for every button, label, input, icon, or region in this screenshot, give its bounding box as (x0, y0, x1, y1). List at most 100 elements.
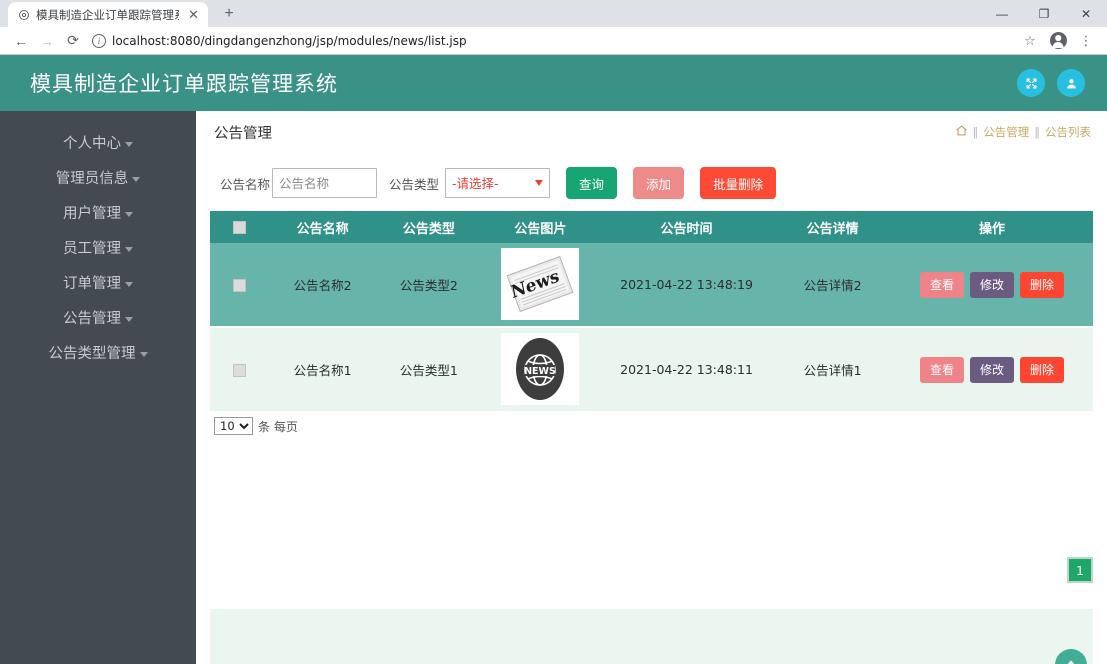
notice-type-label: 公告类型 (389, 176, 440, 192)
page-size-label: 条 每页 (258, 419, 298, 434)
window-close-icon[interactable]: ✕ (1065, 0, 1107, 27)
header-actions (1017, 69, 1085, 97)
query-button[interactable]: 查询 (566, 167, 618, 199)
cell-type: 公告类型2 (375, 243, 482, 327)
row-checkbox[interactable] (233, 364, 247, 377)
sidebar-item-staff-management[interactable]: 员工管理 (0, 230, 196, 265)
close-icon[interactable]: ✕ (185, 7, 202, 23)
chevron-down-icon (125, 282, 133, 287)
app-header: 模具制造企业订单跟踪管理系统 (0, 55, 1107, 111)
minimize-icon[interactable]: — (981, 0, 1023, 27)
column-header-type: 公告类型 (375, 211, 482, 243)
notice-name-input[interactable] (272, 168, 378, 198)
app-body: 个人中心 管理员信息 用户管理 员工管理 订单管理 公告管理 公告类型管理 公告… (0, 111, 1107, 664)
page-number-button[interactable]: 1 (1067, 557, 1093, 583)
news-globe-thumbnail[interactable]: NEWS (501, 332, 580, 405)
content-area: 公告管理 ‖ 公告管理 ‖ 公告列表 公告名称 公告名称 公告类型 -请选择- … (196, 111, 1107, 664)
address-bar[interactable]: i localhost:8080/dingdangenzhong/jsp/mod… (92, 30, 1011, 52)
browser-toolbar: ← → ⟳ i localhost:8080/dingdangenzhong/j… (0, 27, 1107, 55)
breadcrumb-separator: ‖ (972, 125, 979, 139)
sidebar-item-admin-info[interactable]: 管理员信息 (0, 160, 196, 195)
chevron-down-icon (132, 177, 141, 182)
table-row: 公告名称2 公告类型2 News 2021-04-22 13:48:19 公告详… (210, 243, 1093, 327)
column-header-time: 公告时间 (598, 211, 775, 243)
sidebar-item-notice-type-management[interactable]: 公告类型管理 (0, 335, 196, 370)
view-button[interactable]: 查看 (920, 271, 965, 298)
sidebar-item-order-management[interactable]: 订单管理 (0, 265, 196, 300)
sidebar-item-label: 公告类型管理 (48, 346, 136, 362)
back-icon[interactable]: ← (8, 29, 34, 53)
breadcrumb-item-notice-list[interactable]: 公告列表 (1045, 124, 1091, 140)
cell-time: 2021-04-22 13:48:19 (598, 243, 775, 327)
cell-image: News (482, 243, 599, 327)
chevron-down-icon (125, 247, 133, 252)
column-header-actions: 操作 (891, 211, 1093, 243)
forward-icon[interactable]: → (34, 29, 60, 53)
lower-panel (210, 609, 1093, 664)
sidebar-item-label: 用户管理 (63, 206, 121, 222)
sidebar-item-notice-management[interactable]: 公告管理 (0, 300, 196, 335)
sidebar-item-user-management[interactable]: 用户管理 (0, 195, 196, 230)
sidebar-item-label: 管理员信息 (55, 171, 129, 187)
view-button[interactable]: 查看 (920, 356, 965, 383)
browser-tab-strip: 模具制造企业订单跟踪管理系统 ✕ + — ❐ ✕ (0, 0, 1107, 27)
select-all-checkbox[interactable] (233, 220, 247, 234)
sidebar: 个人中心 管理员信息 用户管理 员工管理 订单管理 公告管理 公告类型管理 (0, 111, 196, 664)
title-breadcrumb-row: 公告管理 ‖ 公告管理 ‖ 公告列表 (196, 111, 1107, 153)
chevron-down-icon (139, 352, 148, 357)
window-controls: — ❐ ✕ (981, 0, 1107, 27)
new-tab-button[interactable]: + (218, 4, 240, 24)
maximize-icon[interactable]: ❐ (1023, 0, 1065, 27)
delete-button[interactable]: 删除 (1020, 271, 1065, 298)
cell-time: 2021-04-22 13:48:11 (598, 327, 775, 411)
select-all-header (210, 211, 270, 243)
table-row: 公告名称1 公告类型1 NEWS 2021-04-22 13:48:11 公告详… (210, 327, 1093, 411)
news-newspaper-thumbnail[interactable]: News (501, 247, 580, 320)
cell-type: 公告类型1 (375, 327, 482, 411)
web-page: 模具制造企业订单跟踪管理系统 个人中心 管理员信息 用户管理 员工管理 订单管理… (0, 55, 1107, 664)
cell-detail: 公告详情1 (774, 327, 892, 411)
reload-icon[interactable]: ⟳ (60, 29, 86, 53)
fullscreen-button[interactable] (1017, 69, 1045, 97)
row-action-group: 查看 修改 删除 (892, 271, 1092, 298)
globe-icon (17, 8, 30, 21)
sidebar-item-personal-center[interactable]: 个人中心 (0, 125, 196, 160)
row-select-cell (210, 327, 270, 411)
sidebar-item-label: 订单管理 (63, 276, 121, 292)
breadcrumb: ‖ 公告管理 ‖ 公告列表 (955, 124, 1091, 141)
notice-table: 公告名称 公告类型 公告图片 公告时间 公告详情 操作 公告名称2 公告类型2 … (210, 211, 1093, 411)
notice-type-select[interactable]: -请选择- (445, 168, 551, 198)
batch-delete-button[interactable]: 批量删除 (700, 167, 777, 199)
edit-button[interactable]: 修改 (970, 271, 1015, 298)
page-viewport: 模具制造企业订单跟踪管理系统 个人中心 管理员信息 用户管理 员工管理 订单管理… (0, 55, 1107, 664)
browser-tab-title: 模具制造企业订单跟踪管理系统 (36, 7, 179, 22)
site-info-icon[interactable]: i (92, 33, 106, 48)
notice-name-label: 公告名称 (220, 176, 271, 192)
kebab-menu-icon[interactable]: ⋮ (1073, 29, 1099, 53)
profile-avatar-icon[interactable] (1045, 29, 1071, 53)
user-button[interactable] (1057, 69, 1085, 97)
add-button[interactable]: 添加 (633, 167, 685, 199)
page-title: 公告管理 (214, 125, 272, 142)
breadcrumb-item-notice-management[interactable]: 公告管理 (983, 124, 1029, 140)
delete-button[interactable]: 删除 (1020, 356, 1065, 383)
cell-image: NEWS (482, 327, 599, 411)
svg-text:NEWS: NEWS (525, 366, 557, 377)
notice-table-wrap: 公告名称 公告类型 公告图片 公告时间 公告详情 操作 公告名称2 公告类型2 … (210, 211, 1093, 411)
browser-tab[interactable]: 模具制造企业订单跟踪管理系统 ✕ (8, 2, 208, 27)
page-size-select[interactable]: 10 (214, 417, 253, 435)
column-header-detail: 公告详情 (774, 211, 892, 243)
home-icon[interactable] (955, 124, 968, 141)
cell-actions: 查看 修改 删除 (891, 327, 1093, 411)
browser-window: 模具制造企业订单跟踪管理系统 ✕ + — ❐ ✕ ← → ⟳ i localho… (0, 0, 1107, 664)
cell-name: 公告名称2 (269, 243, 376, 327)
notice-type-select-wrap: -请选择- (445, 168, 551, 198)
sidebar-item-label: 公告管理 (63, 311, 121, 327)
url-text: localhost:8080/dingdangenzhong/jsp/modul… (112, 33, 467, 48)
cell-name: 公告名称1 (269, 327, 376, 411)
row-select-cell (210, 243, 270, 327)
edit-button[interactable]: 修改 (970, 356, 1015, 383)
pager: 10 条 每页 (196, 411, 1107, 435)
row-checkbox[interactable] (233, 279, 247, 292)
bookmark-star-icon[interactable]: ☆ (1017, 29, 1043, 53)
